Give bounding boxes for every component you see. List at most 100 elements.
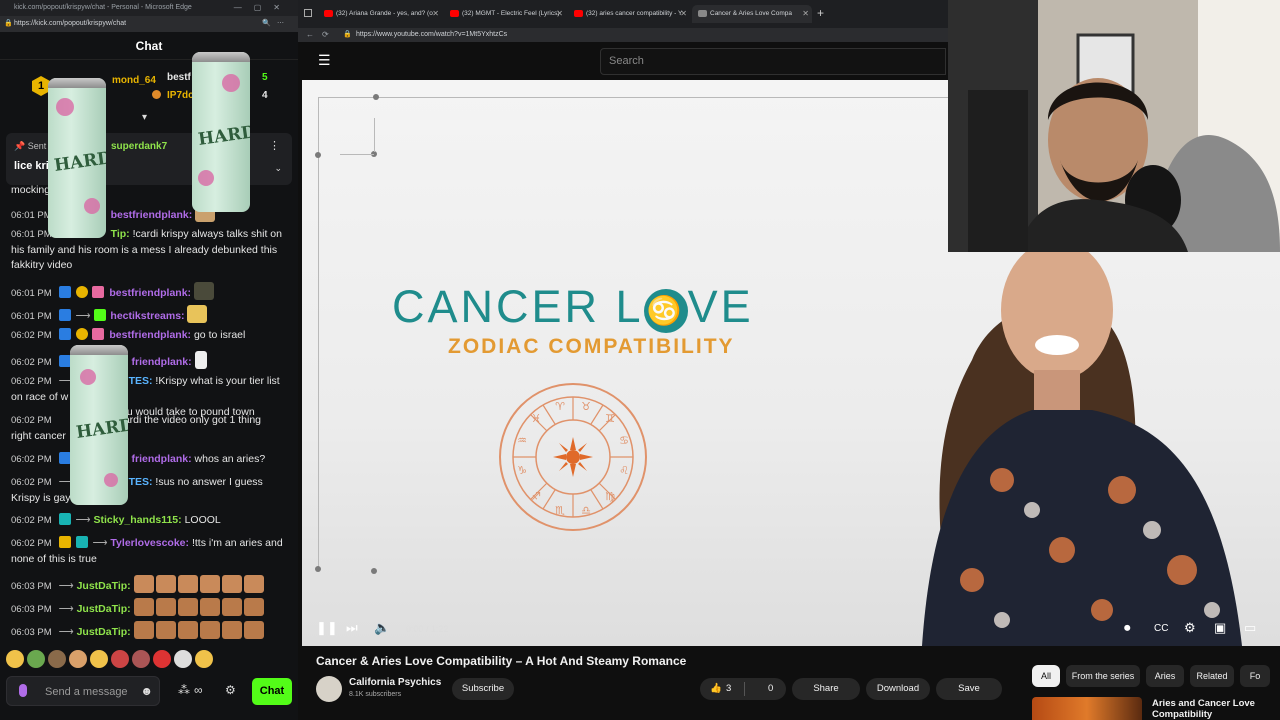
message-user[interactable]: bestfriendplank: — [111, 209, 193, 221]
chat-message: 06:02 PM ⟶ Sticky_hands115: LOOOL — [11, 513, 286, 529]
nav-buttons-icons[interactable]: ←⟳ — [306, 28, 337, 42]
close-tab-icon[interactable]: ✕ — [556, 5, 563, 23]
chip-all[interactable]: All — [1032, 665, 1060, 687]
microphone-icon[interactable] — [19, 684, 27, 697]
sub-badge-icon — [93, 309, 106, 321]
miniplayer-icon[interactable]: ▣ — [1214, 620, 1226, 636]
subscribe-button[interactable]: Subscribe — [452, 678, 514, 700]
quick-emote-bar[interactable] — [6, 650, 296, 670]
message-user[interactable]: TES: — [129, 476, 153, 488]
new-tab-icon[interactable]: + — [817, 6, 824, 20]
message-user[interactable]: friendplank: — [132, 453, 192, 465]
volume-icon[interactable]: 🔈 — [374, 620, 390, 636]
svg-text:♏: ♏ — [555, 504, 565, 517]
expand-leaderboard-icon[interactable]: ▾ — [142, 112, 147, 123]
hamburger-menu-icon[interactable]: ☰ — [318, 52, 331, 69]
autoplay-toggle-icon[interactable]: ⏺ — [1124, 620, 1131, 636]
message-user[interactable]: Sticky_hands115: — [94, 514, 182, 526]
chip-aries[interactable]: Aries — [1146, 665, 1184, 687]
chat-message-input[interactable]: Send a message ☻ — [6, 676, 160, 706]
browser-tab[interactable]: (32) MGMT - Electric Feel (Lyrics) ✕ — [444, 5, 566, 23]
chip-related[interactable]: Related — [1190, 665, 1234, 687]
emote-icon[interactable] — [111, 650, 129, 668]
drink-can-overlay: HARD — [70, 345, 128, 505]
message-user[interactable]: JustDaTip: — [77, 626, 131, 638]
browser-tab-active[interactable]: Cancer & Aries Love Compa ✕ — [692, 5, 812, 23]
message-user[interactable]: bestfriendplank: — [109, 287, 191, 299]
address-bar[interactable]: ←⟳ 🔒 https://www.youtube.com/watch?v=1Mt… — [298, 28, 948, 42]
emote-icon[interactable] — [153, 650, 171, 668]
infinity-icon[interactable]: ∞ — [194, 683, 203, 697]
message-user[interactable]: JustDaTip: — [77, 580, 131, 592]
gear-icon[interactable]: ⚙ — [225, 683, 236, 697]
emote-icon — [194, 351, 207, 369]
tab-label: (32) MGMT - Electric Feel (Lyrics) — [462, 10, 560, 17]
leader-name-2[interactable]: bestf — [167, 72, 191, 83]
leader-name-3[interactable]: IP7dc — [167, 90, 194, 101]
message-time: 06:02 PM — [11, 477, 52, 488]
message-user[interactable]: Tylerlovescoke: — [110, 537, 189, 549]
more-options-icon[interactable]: ⋮ — [269, 139, 280, 152]
community-icon[interactable]: ⁂ — [178, 683, 190, 697]
tab-actions-icon[interactable] — [304, 9, 312, 17]
emoji-picker-icon[interactable]: ☻ — [140, 684, 153, 698]
pause-icon[interactable]: ❚❚ — [316, 620, 338, 636]
window-controls[interactable]: —▢✕ — [234, 0, 292, 16]
chat-window: kick.com/popout/krispyw/chat - Personal … — [0, 0, 298, 720]
emote-icon[interactable] — [174, 650, 192, 668]
related-video-title[interactable]: Aries and Cancer Love Compatibility — [1152, 698, 1272, 720]
thumbs-up-icon[interactable]: 👍 — [710, 678, 722, 700]
close-tab-icon[interactable]: ✕ — [802, 5, 809, 23]
browser-tab[interactable]: (32) aries cancer compatibility - Y ✕ — [568, 5, 690, 23]
emote-icon[interactable] — [6, 650, 24, 668]
message-user[interactable]: hectikstreams: — [110, 310, 184, 322]
chat-message: 06:03 PM ⟶ JustDaTip: — [11, 598, 286, 618]
chip-more[interactable]: Fo — [1240, 665, 1270, 687]
send-chat-button[interactable]: Chat — [252, 678, 292, 705]
channel-avatar[interactable] — [316, 676, 342, 702]
like-count[interactable]: 3 — [726, 678, 731, 700]
channel-name[interactable]: California Psychics — [349, 677, 441, 688]
drink-can-overlay: HARD — [192, 52, 250, 212]
pill-divider — [744, 682, 745, 696]
url-tools-icons[interactable]: 🔍⋯ — [262, 16, 290, 32]
save-button[interactable]: Save — [936, 678, 1002, 700]
message-user[interactable]: JustDaTip: — [77, 603, 131, 615]
close-tab-icon[interactable]: ✕ — [680, 5, 687, 23]
captions-icon[interactable]: CC — [1154, 623, 1168, 634]
emote-icon[interactable] — [27, 650, 45, 668]
emote-icon — [243, 575, 264, 593]
download-button[interactable]: Download — [866, 678, 930, 700]
pinned-user[interactable]: superdank7 — [111, 141, 167, 152]
settings-gear-icon[interactable]: ⚙ — [1184, 620, 1196, 636]
chat-input-placeholder: Send a message — [45, 686, 128, 698]
dislike-count[interactable]: 0 — [768, 678, 773, 700]
og-badge-icon — [58, 513, 71, 525]
chat-message: 06:02 PM ⟶ Tylerlovescoke: !tts i'm an a… — [11, 536, 286, 567]
message-user[interactable]: TES: — [129, 375, 153, 387]
chip-from-series[interactable]: From the series — [1066, 665, 1140, 687]
message-time: 06:02 PM — [11, 357, 52, 368]
emote-icon — [221, 575, 242, 593]
sub-arrow-icon: ⟶ — [75, 310, 91, 322]
emote-icon[interactable] — [48, 650, 66, 668]
chevron-down-icon[interactable]: ⌄ — [274, 163, 282, 174]
close-tab-icon[interactable]: ✕ — [432, 5, 439, 23]
emote-icon[interactable] — [195, 650, 213, 668]
theater-mode-icon[interactable]: ▭ — [1244, 620, 1256, 636]
emote-icon[interactable] — [90, 650, 108, 668]
message-user[interactable]: friendplank: — [132, 356, 192, 368]
browser-tab[interactable]: (32) Ariana Grande - yes, and? (o ✕ — [318, 5, 442, 23]
message-user[interactable]: bestfriendplank: — [109, 329, 191, 341]
next-icon[interactable]: ⏭ — [346, 620, 358, 636]
message-user[interactable]: Tip: — [111, 228, 130, 240]
svg-text:♊: ♊ — [605, 412, 615, 425]
leader-name-1[interactable]: mond_64 — [112, 75, 156, 86]
emote-icon[interactable] — [69, 650, 87, 668]
youtube-search-input[interactable]: Search — [600, 48, 946, 75]
coin-icon — [152, 90, 161, 101]
share-button[interactable]: Share — [792, 678, 860, 700]
related-video-thumbnail[interactable] — [1032, 697, 1142, 720]
emote-icon[interactable] — [132, 650, 150, 668]
chat-url-bar[interactable]: 🔒 https://kick.com/popout/krispyw/chat 🔍… — [0, 16, 298, 32]
